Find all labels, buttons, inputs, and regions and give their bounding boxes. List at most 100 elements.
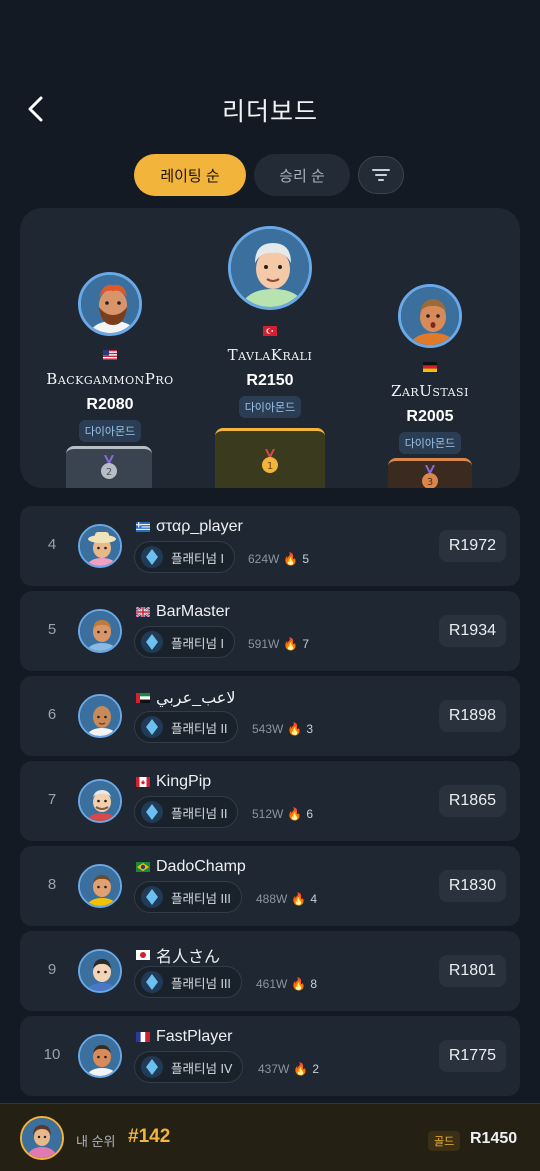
fire-icon: 🔥 [283, 552, 299, 566]
flag-fr-icon [136, 1032, 150, 1042]
podium-third[interactable]: ZarUstasi R2005 다이아몬드 [340, 284, 520, 454]
wins-count: 512W [252, 807, 284, 821]
wins-count: 437W [258, 1062, 290, 1076]
tier-pill: 플래티넘 III [134, 966, 242, 998]
player-name: σταρ_player [156, 518, 243, 535]
player-name: FastPlayer [156, 1028, 233, 1045]
list-item[interactable]: 4 σταρ_player 플래티넘 I 624W 🔥 5 R1972 [20, 506, 520, 586]
plinth-third: 3 [388, 458, 472, 488]
podium-rating: R2005 [406, 408, 454, 425]
rank-number: 6 [47, 706, 57, 723]
podium-second[interactable]: BackgammonPro R2080 다이아몬드 [20, 272, 200, 442]
diamond-icon [141, 716, 163, 738]
svg-text:2: 2 [106, 467, 112, 478]
list-item[interactable]: 8 DadoChamp 플래티넘 III 488W 🔥 4 R1830 [20, 846, 520, 926]
sort-tabs: 레이팅 순 승리 순 [134, 154, 404, 196]
avatar [78, 609, 122, 653]
tier-label: 플래티넘 I [171, 636, 224, 651]
my-rank-value: #142 [128, 1126, 171, 1147]
list-item[interactable]: 6 لاعب_عربي 플래티넘 II 543W 🔥 3 R1898 [20, 676, 520, 756]
wins-count: 543W [252, 722, 284, 736]
tier-pill: 플래티넘 II [134, 796, 239, 828]
rating-value: R1801 [438, 955, 506, 987]
rank-number: 4 [47, 536, 57, 553]
avatar [78, 949, 122, 993]
list-item[interactable]: 5 BarMaster 플래티넘 I 591W 🔥 7 R1934 [20, 591, 520, 671]
list-item[interactable]: 9 名人さん 플래티넘 III 461W 🔥 8 R1801 [20, 931, 520, 1011]
my-rank-label: 내 순위 [76, 1134, 116, 1149]
podium-name: BackgammonPro [46, 370, 174, 388]
podium-rating: R2150 [246, 372, 294, 389]
rating-value: R1934 [438, 615, 506, 647]
fire-icon: 🔥 [291, 892, 307, 906]
rating-value: R1775 [438, 1040, 506, 1072]
podium-card: BackgammonPro R2080 다이아몬드 2 TavlaKrali R… [20, 208, 520, 488]
avatar [78, 524, 122, 568]
diamond-icon [141, 886, 163, 908]
filter-icon [372, 169, 390, 181]
flag-br-icon [136, 862, 150, 872]
medal-bronze-icon: 3 [422, 465, 438, 488]
rank-number: 9 [47, 961, 57, 978]
tier-label: 플래티넘 I [171, 551, 224, 566]
tier-label: 플래티넘 II [171, 721, 228, 736]
tier-label: 플래티넘 IV [171, 1061, 233, 1076]
flag-de-icon [423, 361, 437, 372]
podium-rating: R2080 [86, 396, 134, 413]
list-item[interactable]: 7 KingPip 플래티넘 II 512W 🔥 6 R1865 [20, 761, 520, 841]
streak-count: 8 [310, 977, 317, 991]
player-name: KingPip [156, 773, 212, 790]
player-stats: 591W 🔥 7 [248, 637, 309, 651]
rating-value: R1830 [438, 870, 506, 902]
tier-pill: 플래티넘 II [134, 711, 239, 743]
flag-tr-icon [263, 325, 277, 336]
wins-count: 624W [248, 552, 280, 566]
avatar [78, 1034, 122, 1078]
plinth-first: 1 [215, 428, 325, 488]
svg-text:1: 1 [267, 461, 273, 472]
streak-count: 4 [310, 892, 317, 906]
svg-text:3: 3 [427, 477, 433, 488]
wins-count: 461W [256, 977, 288, 991]
filter-button[interactable] [358, 156, 404, 194]
fire-icon: 🔥 [283, 637, 299, 651]
fire-icon: 🔥 [287, 722, 303, 736]
plinth-second: 2 [66, 446, 152, 488]
player-name: BarMaster [156, 603, 230, 620]
rating-value: R1972 [438, 530, 506, 562]
podium-first[interactable]: TavlaKrali R2150 다이아몬드 [180, 226, 360, 418]
streak-count: 5 [302, 552, 309, 566]
flag-ae-icon [136, 693, 150, 703]
tab-rating[interactable]: 레이팅 순 [134, 154, 246, 196]
player-stats: 543W 🔥 3 [252, 722, 313, 736]
tier-badge: 다이아몬드 [78, 420, 142, 442]
fire-icon: 🔥 [291, 977, 307, 991]
player-name: لاعب_عربي [156, 690, 236, 707]
rank-number: 7 [47, 791, 57, 808]
tier-label: 플래티넘 III [171, 976, 231, 991]
page-title: 리더보드 [221, 98, 318, 126]
player-stats: 488W 🔥 4 [256, 892, 317, 906]
player-name: 名人さん [156, 949, 221, 966]
flag-gb-icon [136, 607, 150, 617]
wins-count: 488W [256, 892, 288, 906]
tier-badge: 다이아몬드 [398, 432, 462, 454]
my-rank-bar[interactable]: 내 순위 #142 골드 R1450 [0, 1103, 540, 1171]
list-item[interactable]: 10 FastPlayer 플래티넘 IV 437W 🔥 2 R1775 [20, 1016, 520, 1096]
medal-gold-icon: 1 [262, 449, 278, 473]
player-stats: 624W 🔥 5 [248, 552, 309, 566]
tab-wins[interactable]: 승리 순 [254, 154, 350, 196]
tier-label: 플래티넘 II [171, 806, 228, 821]
player-stats: 461W 🔥 8 [256, 977, 317, 991]
tier-pill: 플래티넘 III [134, 881, 242, 913]
podium-name: ZarUstasi [391, 382, 469, 400]
streak-count: 3 [306, 722, 313, 736]
rank-number: 5 [47, 621, 57, 638]
player-stats: 512W 🔥 6 [252, 807, 313, 821]
avatar [78, 779, 122, 823]
header: 리더보드 [0, 0, 540, 150]
rank-number: 8 [47, 876, 57, 893]
player-stats: 437W 🔥 2 [258, 1062, 319, 1076]
flag-jp-icon [136, 950, 150, 960]
flag-ca-icon [136, 777, 150, 787]
